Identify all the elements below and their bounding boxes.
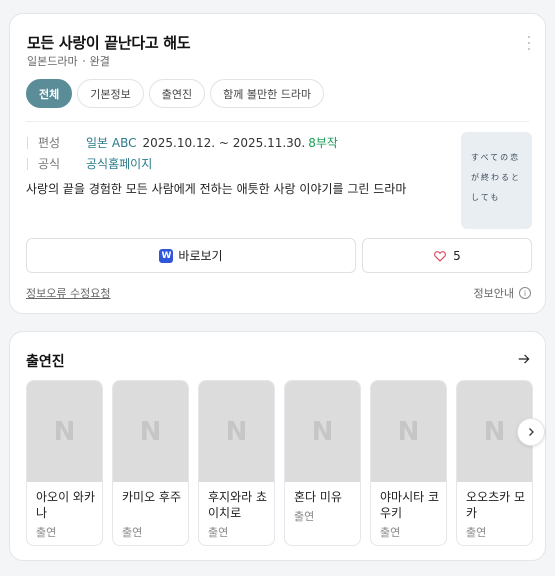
cast-list: N 아오이 와카나 출연 N 카미오 후주 출연 N 후지와라 쵸이치로 출연 … bbox=[26, 380, 533, 546]
like-button[interactable]: 5 bbox=[362, 238, 532, 273]
cast-card-item[interactable]: N 야마시타 코우키 출연 bbox=[370, 380, 447, 546]
tab-bar: 전체 기본정보 출연진 함께 볼만한 드라마 bbox=[26, 79, 325, 108]
broadcast-key: 편성 bbox=[38, 136, 61, 150]
arrow-right-icon[interactable] bbox=[517, 352, 531, 366]
cast-name: 혼다 미유 bbox=[294, 490, 342, 504]
cast-role: 출연 bbox=[380, 526, 401, 539]
broadcast-row: 편성 일본 ABC 2025.10.12. ~ 2025.11.30. 8부작 bbox=[27, 134, 338, 151]
heart-icon bbox=[434, 250, 447, 262]
cast-name: 카미오 후주 bbox=[122, 490, 182, 504]
next-button[interactable] bbox=[517, 418, 545, 446]
row-bar bbox=[27, 136, 28, 149]
chevron-right-icon bbox=[529, 428, 534, 436]
tab-cast[interactable]: 출연진 bbox=[148, 79, 206, 108]
divider bbox=[26, 121, 529, 122]
channel-link[interactable]: 일본 ABC bbox=[86, 134, 137, 151]
cast-role: 출연 bbox=[122, 526, 143, 539]
cast-name: 아오이 와카나 bbox=[36, 490, 96, 520]
watch-logo-icon: W bbox=[159, 248, 174, 263]
drama-info-card: 모든 사랑이 끝난다고 해도 일본드라마 완결 전체 기본정보 출연진 함께 볼… bbox=[9, 13, 546, 314]
naver-logo-icon: N bbox=[483, 416, 506, 447]
cast-card-item[interactable]: N 아오이 와카나 출연 bbox=[26, 380, 103, 546]
official-key: 공식 bbox=[38, 157, 61, 171]
naver-logo-icon: N bbox=[311, 416, 334, 447]
air-dates: 2025.10.12. ~ 2025.11.30. bbox=[142, 135, 306, 150]
cast-card-item[interactable]: N 오오츠카 모카 출연 bbox=[456, 380, 533, 546]
separator-dot bbox=[82, 60, 85, 62]
official-row: 공식 공식홈페이지 bbox=[27, 155, 152, 172]
cast-section-title: 출연진 bbox=[26, 354, 65, 370]
profile-placeholder: N bbox=[199, 381, 274, 482]
cast-role: 출연 bbox=[466, 526, 487, 539]
naver-logo-icon: N bbox=[139, 416, 162, 447]
tab-recommendations[interactable]: 함께 볼만한 드라마 bbox=[210, 79, 325, 108]
tab-all[interactable]: 전체 bbox=[26, 79, 73, 108]
report-error-link[interactable]: 정보오류 수정요청 bbox=[26, 285, 110, 301]
page-title: 모든 사랑이 끝난다고 해도 bbox=[27, 34, 191, 52]
official-site-link[interactable]: 공식홈페이지 bbox=[86, 155, 152, 172]
poster-title-text: すべての恋が終わるとしても bbox=[471, 153, 521, 202]
profile-placeholder: N bbox=[113, 381, 188, 482]
info-guide-link[interactable]: 정보안내 i bbox=[474, 285, 531, 301]
naver-logo-icon: N bbox=[397, 416, 420, 447]
cast-name: 야마시타 코우키 bbox=[380, 490, 440, 520]
watch-label: 바로보기 bbox=[178, 249, 223, 263]
genre-label: 일본드라마 bbox=[27, 55, 78, 68]
cast-card: 출연진 N 아오이 와카나 출연 N 카미오 후주 출연 N 후지와라 쵸이치로… bbox=[9, 331, 546, 561]
tab-basic-info[interactable]: 기본정보 bbox=[77, 79, 144, 108]
cast-name: 오오츠카 모카 bbox=[466, 490, 526, 520]
drama-meta: 일본드라마 완결 bbox=[27, 53, 110, 69]
cast-role: 출연 bbox=[208, 526, 229, 539]
profile-placeholder: N bbox=[27, 381, 102, 482]
cast-name: 후지와라 쵸이치로 bbox=[208, 490, 268, 520]
profile-placeholder: N bbox=[285, 381, 360, 482]
info-guide-label: 정보안내 bbox=[473, 287, 514, 300]
naver-logo-icon: N bbox=[225, 416, 248, 447]
episode-count: 8부작 bbox=[308, 136, 338, 150]
info-icon: i bbox=[519, 287, 531, 299]
watch-button[interactable]: W 바로보기 bbox=[26, 238, 356, 273]
cast-card-item[interactable]: N 카미오 후주 출연 bbox=[112, 380, 189, 546]
profile-placeholder: N bbox=[371, 381, 446, 482]
synopsis: 사랑의 끝을 경험한 모든 사람에게 전하는 애틋한 사랑 이야기를 그린 드라… bbox=[26, 182, 407, 196]
cast-card-item[interactable]: N 혼다 미유 출연 bbox=[284, 380, 361, 546]
status-label: 완결 bbox=[89, 55, 110, 68]
like-count: 5 bbox=[453, 248, 461, 263]
cast-role: 출연 bbox=[294, 510, 315, 523]
cast-role: 출연 bbox=[36, 526, 57, 539]
row-bar bbox=[27, 157, 28, 170]
naver-logo-icon: N bbox=[53, 416, 76, 447]
poster-image[interactable]: すべての恋が終わるとしても bbox=[461, 132, 532, 229]
cast-card-item[interactable]: N 후지와라 쵸이치로 출연 bbox=[198, 380, 275, 546]
more-vertical-icon[interactable] bbox=[527, 36, 531, 50]
